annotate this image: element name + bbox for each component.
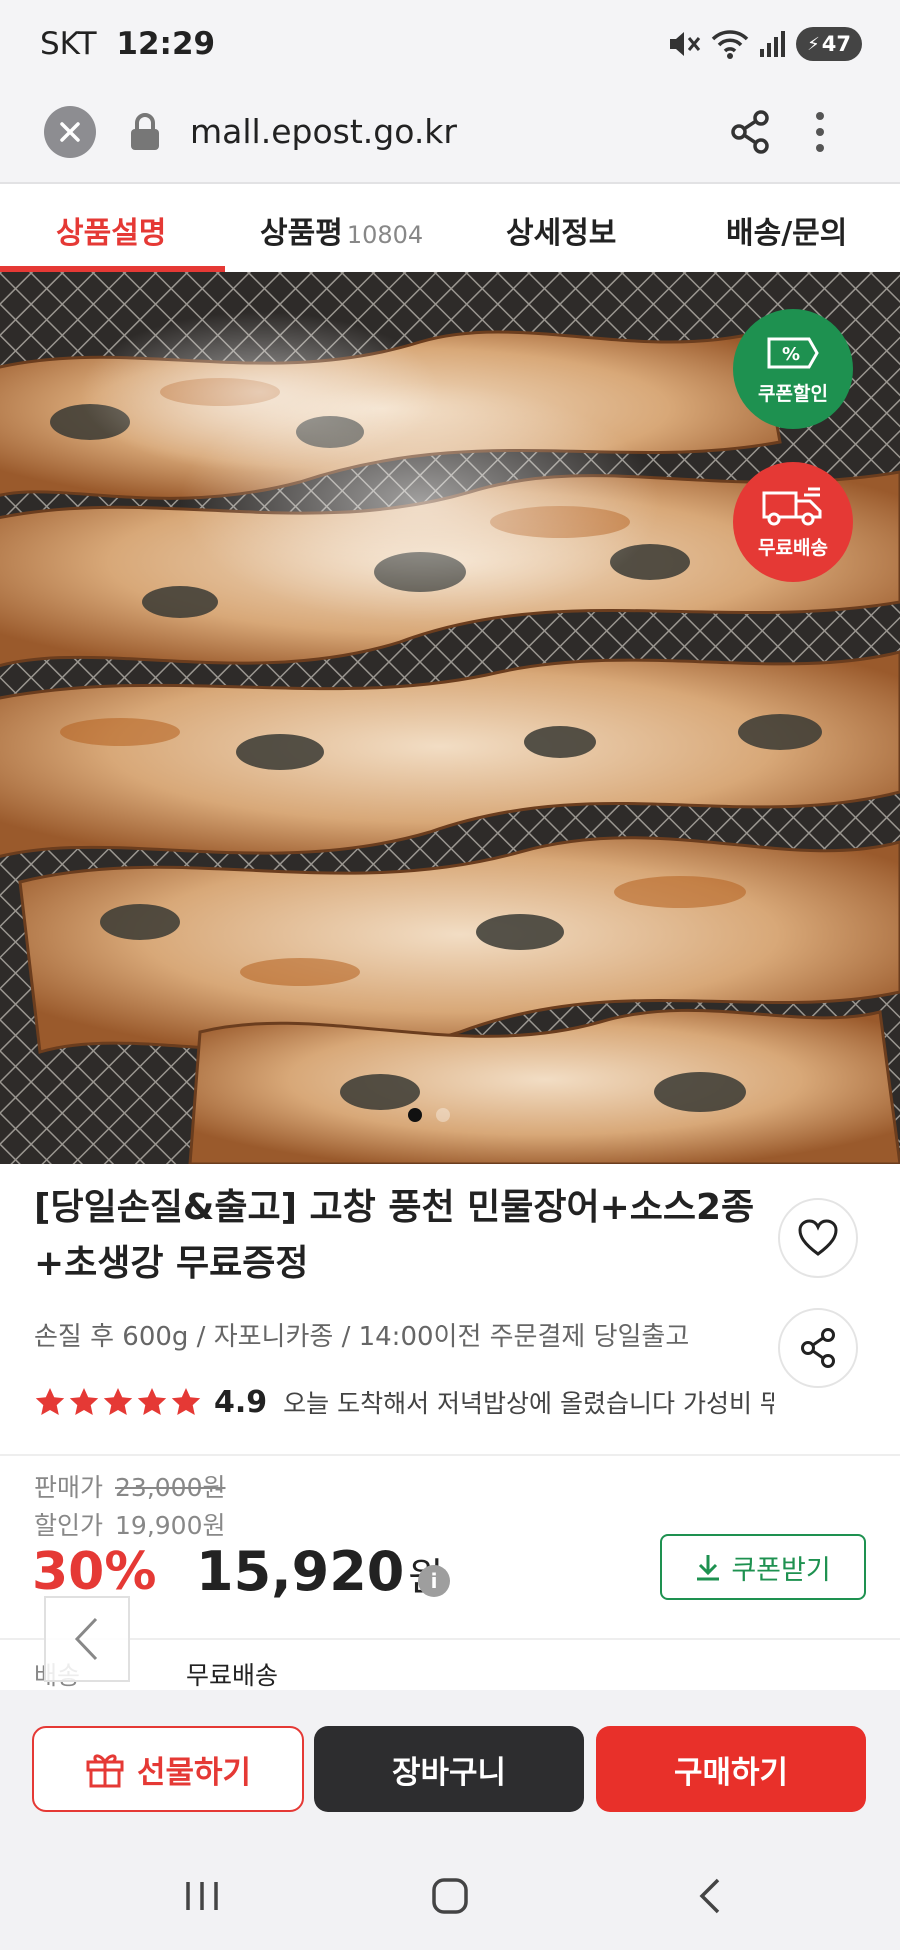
mute-icon bbox=[670, 32, 701, 56]
review-snippet: 오늘 도착해서 저녁밥상에 올렸습니다 가성비 뚜 bbox=[283, 1389, 774, 1418]
divider bbox=[0, 1638, 900, 1640]
product-title: [당일손질&출고] 고창 풍천 민물장어+소스2종+초생강 무료증정 bbox=[34, 1187, 755, 1284]
coupon-badge-label: 쿠폰할인 bbox=[758, 382, 828, 405]
buy-label: 구매하기 bbox=[673, 1754, 789, 1791]
pager-dot-active bbox=[408, 1108, 422, 1122]
price-info-icon[interactable]: i bbox=[418, 1565, 450, 1597]
add-to-cart-button[interactable]: 장바구니 bbox=[314, 1726, 584, 1812]
more-icon[interactable] bbox=[814, 110, 826, 154]
heart-icon bbox=[798, 1219, 838, 1256]
list-price: 23,000원 bbox=[115, 1473, 226, 1502]
share-button[interactable] bbox=[778, 1308, 858, 1388]
product-subtitle: 손질 후 600g / 자포니카종 / 14:00이전 주문결제 당일출고 bbox=[34, 1322, 690, 1352]
tab-label: 상품설명 bbox=[56, 216, 167, 251]
lock-icon bbox=[131, 113, 159, 150]
rating-value: 4.9 bbox=[214, 1384, 268, 1420]
star-icon bbox=[69, 1388, 99, 1415]
shipping-value: 무료배송 bbox=[186, 1661, 279, 1690]
list-price-row: 판매가 23,000원 bbox=[34, 1468, 226, 1504]
tab-shipping-inquiry[interactable]: 배송/문의 bbox=[726, 208, 847, 252]
delivery-badge-label: 무료배송 bbox=[758, 536, 828, 559]
list-price-label: 판매가 bbox=[34, 1473, 104, 1502]
free-delivery-badge[interactable]: 무료배송 bbox=[733, 462, 853, 582]
coupon-discount-badge[interactable]: % 쿠폰할인 bbox=[733, 309, 853, 429]
star-icon bbox=[103, 1388, 133, 1415]
coupon-percent-symbol: % bbox=[782, 344, 800, 365]
star-icon bbox=[137, 1388, 167, 1415]
chevron-left-icon bbox=[74, 1617, 98, 1661]
review-count: 10804 bbox=[346, 221, 424, 249]
product-tabs: 상품설명 상품평 10804 상세정보 배송/문의 bbox=[0, 186, 900, 272]
battery-icon: ⚡ 47 bbox=[796, 27, 862, 61]
close-tab-button[interactable] bbox=[44, 106, 96, 158]
coupon-icon: % bbox=[767, 337, 819, 368]
truck-icon bbox=[762, 487, 822, 525]
floating-back-button[interactable] bbox=[44, 1596, 130, 1682]
final-price-value: 15,920 bbox=[196, 1540, 405, 1603]
sale-price-row: 할인가 19,900원 bbox=[34, 1506, 226, 1542]
tab-details[interactable]: 상세정보 bbox=[506, 208, 616, 252]
tab-label: 상품평 bbox=[260, 216, 343, 251]
divider bbox=[0, 1454, 900, 1456]
get-coupon-label: 쿠폰받기 bbox=[731, 1554, 831, 1586]
cart-label: 장바구니 bbox=[391, 1754, 507, 1791]
battery-level: 47 bbox=[821, 32, 851, 56]
share-icon[interactable] bbox=[730, 110, 770, 154]
purchase-action-bar: 선물하기 장바구니 구매하기 bbox=[0, 1690, 900, 1842]
star-icon bbox=[171, 1388, 201, 1415]
status-left: SKT 12:29 bbox=[40, 26, 215, 62]
star-icon bbox=[35, 1388, 65, 1415]
gift-icon bbox=[86, 1754, 124, 1788]
buy-now-button[interactable]: 구매하기 bbox=[596, 1726, 866, 1812]
gift-button[interactable]: 선물하기 bbox=[32, 1726, 304, 1812]
tab-label: 상세정보 bbox=[506, 216, 617, 251]
system-nav-bar bbox=[0, 1842, 900, 1950]
close-icon bbox=[60, 122, 80, 142]
carrier-name: SKT bbox=[40, 26, 97, 62]
get-coupon-button[interactable]: 쿠폰받기 bbox=[660, 1534, 866, 1600]
rating-stars bbox=[34, 1386, 202, 1418]
rating-row[interactable]: 4.9 오늘 도착해서 저녁밥상에 올렸습니다 가성비 뚜 bbox=[34, 1380, 774, 1424]
tab-reviews[interactable]: 상품평 10804 bbox=[260, 208, 423, 252]
share-icon bbox=[801, 1328, 835, 1368]
discount-rate: 30% bbox=[32, 1542, 157, 1602]
pager-dot bbox=[436, 1108, 450, 1122]
browser-url-bar: mall.epost.go.kr bbox=[0, 88, 900, 184]
sale-price: 19,900원 bbox=[115, 1511, 226, 1540]
tab-label: 배송/문의 bbox=[726, 216, 848, 251]
wishlist-button[interactable] bbox=[778, 1198, 858, 1278]
download-icon bbox=[697, 1555, 720, 1581]
product-image-carousel[interactable]: % 쿠폰할인 무료배송 bbox=[0, 272, 900, 1164]
final-price: 15,920원 bbox=[196, 1540, 443, 1603]
gift-label: 선물하기 bbox=[136, 1754, 252, 1791]
status-clock: 12:29 bbox=[116, 26, 216, 62]
carousel-pager bbox=[408, 1108, 450, 1122]
tab-description[interactable]: 상품설명 bbox=[56, 208, 166, 252]
recents-icon[interactable] bbox=[182, 1876, 222, 1916]
back-icon[interactable] bbox=[690, 1876, 730, 1916]
home-icon[interactable] bbox=[430, 1876, 470, 1916]
signal-icon bbox=[760, 31, 785, 57]
url-text[interactable]: mall.epost.go.kr bbox=[190, 112, 457, 151]
wifi-icon bbox=[711, 30, 749, 59]
sale-price-label: 할인가 bbox=[34, 1511, 104, 1540]
status-bar: SKT 12:29 ⚡ 47 bbox=[0, 0, 900, 88]
status-icons: ⚡ 47 bbox=[668, 26, 862, 62]
